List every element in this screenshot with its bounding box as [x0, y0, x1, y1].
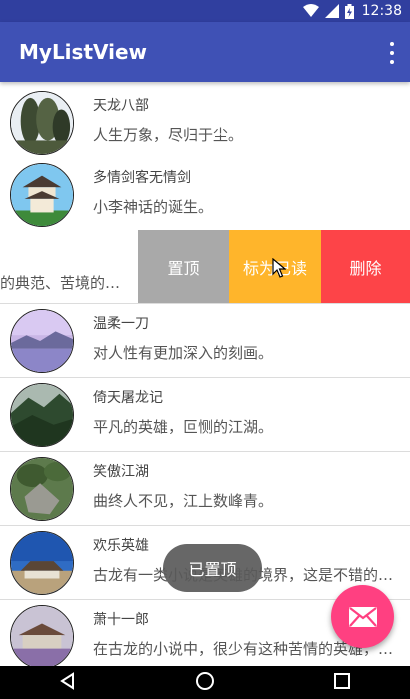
list-item-title: 倚天屠龙记: [93, 390, 163, 406]
toast-message: 已置顶: [163, 544, 262, 592]
status-bar: 12:38: [0, 0, 410, 22]
avatar: [10, 605, 74, 666]
list-item[interactable]: 笑傲江湖 曲终人不见，江上数峰青。: [0, 452, 410, 526]
battery-icon: [344, 3, 354, 19]
app-bar: MyListView: [0, 22, 410, 82]
list-item-title: 天龙八部: [93, 98, 149, 114]
system-nav-bar: [0, 666, 410, 699]
wifi-icon: [302, 4, 319, 17]
signal-icon: [324, 4, 339, 18]
avatar: [10, 457, 74, 521]
list-item-subtitle: 平凡的英雄，叵恻的江湖。: [93, 418, 274, 436]
list-item[interactable]: 多情剑客无情剑 小李神话的诞生。: [0, 158, 410, 232]
list-item-subtitle: 小李神话的诞生。: [93, 198, 214, 216]
list-item-title: 笑傲江湖: [93, 464, 149, 480]
avatar: [10, 163, 74, 227]
app-title: MyListView: [19, 40, 148, 64]
list-item-title: 萧十一郎: [93, 612, 149, 628]
clock: 12:38: [361, 3, 402, 19]
pin-button[interactable]: 置顶: [138, 230, 229, 303]
list-item-title: 多情剑客无情剑: [93, 170, 191, 186]
back-icon[interactable]: [59, 671, 77, 694]
avatar: [10, 531, 74, 595]
recents-icon[interactable]: [333, 672, 351, 694]
avatar: [10, 383, 74, 447]
list-item-title: 温柔一刀: [93, 316, 149, 332]
list-item-subtitle: 人生万象，尽归于尘。: [93, 126, 244, 144]
list-item[interactable]: 温柔一刀 对人性有更加深入的刻画。: [0, 304, 410, 378]
home-icon[interactable]: [195, 671, 215, 695]
list-item-title: 欢乐英雄: [93, 538, 149, 554]
swiped-list-item[interactable]: 的典范、苦境的诞生。 置顶 标为已读 删除: [0, 230, 410, 304]
avatar: [10, 309, 74, 373]
list-item[interactable]: 天龙八部 人生万象，尽归于尘。: [0, 86, 410, 160]
mouse-cursor-icon: [272, 258, 286, 278]
overflow-menu-button[interactable]: [388, 42, 396, 64]
list-item-subtitle: 的典范、苦境的诞生。: [0, 274, 132, 292]
list-item-subtitle: 对人性有更加深入的刻画。: [93, 344, 274, 362]
list-item-subtitle: 曲终人不见，江上数峰青。: [93, 492, 274, 510]
delete-button[interactable]: 删除: [321, 230, 410, 303]
compose-mail-button[interactable]: [331, 585, 394, 648]
mail-icon: [348, 606, 377, 627]
list-item[interactable]: 倚天屠龙记 平凡的英雄，叵恻的江湖。: [0, 378, 410, 452]
avatar: [10, 91, 74, 155]
